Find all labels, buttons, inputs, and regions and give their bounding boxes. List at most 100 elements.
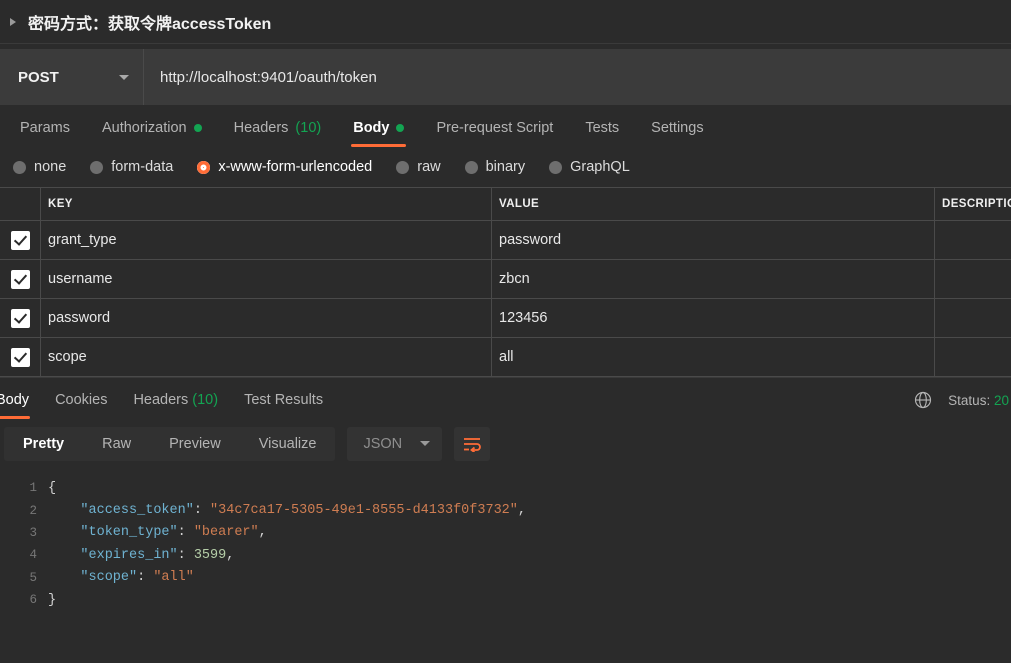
line-number: 6 <box>29 593 37 608</box>
row-description-cell[interactable] <box>935 221 1011 259</box>
code-line-text: "token_type": "bearer", <box>80 525 267 541</box>
code-line-text: "scope": "all" <box>80 570 194 586</box>
tab-count-badge: (10) <box>295 120 322 136</box>
view-mode-visualize[interactable]: Visualize <box>240 427 336 461</box>
row-key-cell[interactable]: username <box>41 260 492 298</box>
body-type-none[interactable]: none <box>13 159 66 175</box>
column-header-key: KEY <box>48 198 73 210</box>
body-type-binary[interactable]: binary <box>464 159 525 175</box>
chevron-down-icon <box>119 74 129 80</box>
radio-icon <box>90 160 104 174</box>
row-key-cell-text: grant_type <box>48 232 117 248</box>
status-dot-icon <box>193 124 202 132</box>
header-key-cell: KEY <box>41 188 492 220</box>
line-number: 2 <box>29 503 37 518</box>
tab-authorization[interactable]: Authorization <box>86 120 218 147</box>
table-header-row: KEY VALUE DESCRIPTION <box>0 188 1011 221</box>
row-key-cell[interactable]: password <box>41 299 492 337</box>
format-dropdown[interactable]: JSON <box>347 426 443 461</box>
row-key-cell[interactable]: grant_type <box>41 221 492 259</box>
row-key-cell-text: scope <box>48 349 87 365</box>
body-type-graphql[interactable]: GraphQL <box>549 159 630 175</box>
line-number: 1 <box>29 481 37 496</box>
column-header-value: VALUE <box>499 198 540 210</box>
response-tab-headers[interactable]: Headers (10) <box>120 392 231 419</box>
status-label: Status: <box>948 392 991 408</box>
row-value-cell-text: zbcn <box>499 271 530 287</box>
body-type-x-www-form-urlencoded[interactable]: x-www-form-urlencoded <box>197 159 372 175</box>
row-key-cell-text: username <box>48 271 113 287</box>
body-type-radio-group: none form-data x-www-form-urlencoded raw bin… <box>0 147 1011 187</box>
word-wrap-icon <box>463 437 481 452</box>
response-tab-label: Body <box>0 392 30 408</box>
checkbox-checked-icon[interactable] <box>10 347 30 367</box>
tab-pre-request-script[interactable]: Pre-request Script <box>420 120 569 147</box>
row-key-cell[interactable]: scope <box>41 338 492 376</box>
checkbox-checked-icon[interactable] <box>10 308 30 328</box>
view-mode-pretty[interactable]: Pretty <box>4 427 83 461</box>
row-value-cell-text: password <box>499 232 562 248</box>
response-tab-label: Headers <box>133 392 189 408</box>
row-value-cell[interactable]: 123456 <box>492 299 935 337</box>
body-type-raw[interactable]: raw <box>396 159 441 175</box>
row-checkbox-cell[interactable] <box>0 221 41 259</box>
line-number: 5 <box>29 570 37 585</box>
body-type-label: raw <box>417 159 441 175</box>
response-tab-label: Test Results <box>244 392 324 408</box>
response-body-code[interactable]: 1{2 "access_token": "34c7ca17-5305-49e1-… <box>0 468 1011 612</box>
method-label: POST <box>18 68 59 86</box>
row-checkbox-cell[interactable] <box>0 260 41 298</box>
tab-label: Tests <box>585 120 620 136</box>
request-tabs: Params Authorization Headers (10) Body Pre-re… <box>0 105 1011 147</box>
url-bar: POST http://localhost:9401/oauth/token <box>0 49 1011 105</box>
response-tab-cookies[interactable]: Cookies <box>42 392 120 419</box>
response-view-toolbar: Pretty Raw Preview Visualize JSON <box>0 419 1011 468</box>
tab-label: Params <box>20 120 70 136</box>
code-line-text: "access_token": "34c7ca17-5305-49e1-8555… <box>80 503 526 519</box>
view-mode-preview[interactable]: Preview <box>150 427 240 461</box>
radio-icon <box>464 160 478 174</box>
collapse-caret-icon[interactable] <box>10 17 16 26</box>
row-description-cell[interactable] <box>935 338 1011 376</box>
code-line: 1{ <box>0 477 1011 499</box>
header-description-cell: DESCRIPTION <box>935 188 1011 220</box>
url-input[interactable]: http://localhost:9401/oauth/token <box>144 49 1011 105</box>
row-description-cell[interactable] <box>935 260 1011 298</box>
row-description-cell[interactable] <box>935 299 1011 337</box>
code-line-text: { <box>48 480 57 496</box>
table-row: username zbcn <box>0 260 1011 299</box>
status-badge: Status: 20 <box>948 393 1009 408</box>
word-wrap-button[interactable] <box>454 426 491 461</box>
row-value-cell-text: 123456 <box>499 310 548 326</box>
row-value-cell[interactable]: all <box>492 338 935 376</box>
row-value-cell[interactable]: zbcn <box>492 260 935 298</box>
response-tab-body[interactable]: Body <box>0 392 42 419</box>
view-mode-raw[interactable]: Raw <box>83 427 150 461</box>
checkbox-checked-icon[interactable] <box>10 230 30 250</box>
row-value-cell[interactable]: password <box>492 221 935 259</box>
globe-icon[interactable] <box>913 390 933 410</box>
tab-settings[interactable]: Settings <box>635 120 719 147</box>
url-text: http://localhost:9401/oauth/token <box>160 68 377 86</box>
status-dot-icon <box>396 124 405 132</box>
code-line: 6} <box>0 589 1011 611</box>
request-title-bar: 密码方式：获取令牌accessToken <box>0 0 1011 44</box>
body-type-label: GraphQL <box>570 159 630 175</box>
row-checkbox-cell[interactable] <box>0 338 41 376</box>
response-tab-test-results[interactable]: Test Results <box>231 392 336 419</box>
code-line: 3 "token_type": "bearer", <box>0 522 1011 544</box>
checkbox-checked-icon[interactable] <box>10 269 30 289</box>
code-line: 5 "scope": "all" <box>0 567 1011 589</box>
radio-icon <box>13 160 26 174</box>
tab-headers[interactable]: Headers (10) <box>218 120 338 147</box>
tab-label: Body <box>353 120 390 136</box>
tab-body[interactable]: Body <box>337 120 420 147</box>
tab-tests[interactable]: Tests <box>569 120 635 147</box>
tab-params[interactable]: Params <box>4 120 86 147</box>
code-line: 2 "access_token": "34c7ca17-5305-49e1-85… <box>0 499 1011 521</box>
body-type-form-data[interactable]: form-data <box>90 159 173 175</box>
method-dropdown[interactable]: POST <box>0 49 144 105</box>
row-key-cell-text: password <box>48 310 111 326</box>
row-checkbox-cell[interactable] <box>0 299 41 337</box>
tab-label: Pre-request Script <box>436 120 554 136</box>
